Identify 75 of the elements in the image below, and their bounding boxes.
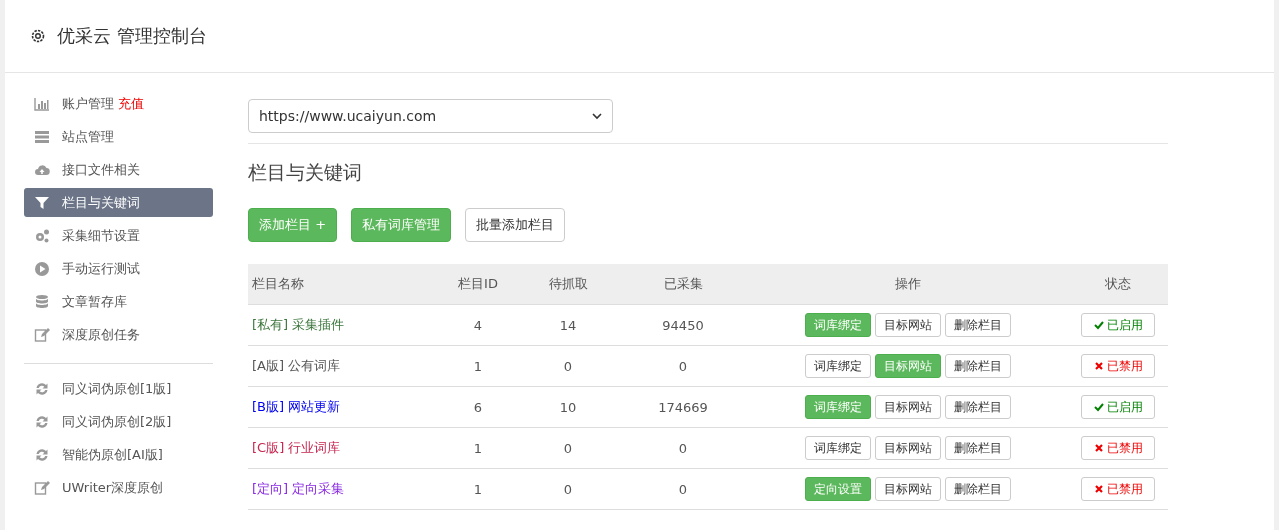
column-name-cell: [B版] 网站更新 (248, 386, 438, 428)
sidebar-item[interactable]: 文章暂存库 (24, 287, 213, 316)
action-button[interactable]: 删除栏目 (945, 395, 1011, 419)
caret-icon (592, 112, 602, 120)
database-icon (34, 293, 50, 310)
action-button[interactable]: 目标网站 (875, 477, 941, 501)
table-cell: 4 (438, 304, 518, 346)
cross-icon (1093, 484, 1104, 494)
edit-icon (34, 479, 50, 496)
table-cell: 0 (518, 468, 618, 510)
table-cell: 1 (438, 345, 518, 387)
sidebar-item[interactable]: 账户管理 充值 (24, 89, 213, 118)
action-button[interactable]: 目标网站 (875, 436, 941, 460)
sidebar-item[interactable]: 采集细节设置 (24, 221, 213, 250)
status-button[interactable]: 已禁用 (1081, 477, 1155, 501)
server-icon (34, 128, 50, 145)
status-button[interactable]: 已启用 (1081, 395, 1155, 419)
check-icon (1093, 402, 1104, 412)
section-title: 栏目与关键词 (248, 160, 363, 185)
bar-chart-icon (34, 95, 50, 112)
refresh-icon (34, 380, 50, 397)
edit-icon (34, 326, 50, 343)
table-cell: 0 (518, 427, 618, 469)
action-button[interactable]: 删除栏目 (945, 436, 1011, 460)
column-name-cell: [C版] 行业词库 (248, 427, 438, 469)
action-button[interactable]: 词库绑定 (805, 354, 871, 378)
column-name-cell: [私有] 采集插件 (248, 304, 438, 346)
action-button[interactable]: 删除栏目 (945, 477, 1011, 501)
sidebar-item[interactable]: 手动运行测试 (24, 254, 213, 283)
sidebar-item[interactable]: 接口文件相关 (24, 155, 213, 184)
toolbar-button[interactable]: 批量添加栏目 (465, 208, 566, 242)
sidebar-item[interactable]: 智能伪原创[AI版] (24, 440, 213, 469)
status-button[interactable]: 已禁用 (1081, 354, 1155, 378)
column-header: 状态 (1068, 264, 1168, 305)
table-cell: 174669 (618, 386, 748, 428)
column-header: 待抓取 (518, 264, 618, 305)
refresh-icon (34, 446, 50, 463)
refresh-icon (34, 413, 50, 430)
table-cell: 1 (438, 468, 518, 510)
cross-icon (1093, 361, 1104, 371)
action-button[interactable]: 词库绑定 (805, 436, 871, 460)
sidebar-item[interactable]: UWriter深度原创 (24, 473, 213, 502)
table-cell: 1 (438, 427, 518, 469)
cross-icon (1093, 443, 1104, 453)
table-cell: 94450 (618, 304, 748, 346)
table-cell: 0 (618, 468, 748, 510)
sidebar-item[interactable]: 站点管理 (24, 122, 213, 151)
column-header: 栏目名称 (248, 264, 438, 305)
action-button[interactable]: 删除栏目 (945, 313, 1011, 337)
table-cell: 0 (518, 345, 618, 387)
action-button[interactable]: 删除栏目 (945, 354, 1011, 378)
sidebar-item[interactable]: 同义词伪原创[1版] (24, 374, 213, 403)
table-cell: 0 (618, 345, 748, 387)
table-cell: 14 (518, 304, 618, 346)
play-icon (34, 260, 50, 277)
table-cell: 6 (438, 386, 518, 428)
site-select[interactable]: https://www.ucaiyun.com (248, 99, 613, 133)
sidebar-item[interactable]: 深度原创任务 (24, 320, 213, 349)
sidebar-item[interactable]: 同义词伪原创[2版] (24, 407, 213, 436)
action-button[interactable]: 目标网站 (875, 313, 941, 337)
column-header: 操作 (748, 264, 1068, 305)
sidebar-item[interactable]: 栏目与关键词 (24, 188, 213, 217)
action-button[interactable]: 目标网站 (875, 395, 941, 419)
table-cell: 10 (518, 386, 618, 428)
status-button[interactable]: 已禁用 (1081, 436, 1155, 460)
column-header: 已采集 (618, 264, 748, 305)
console-title: 优采云 管理控制台 (57, 24, 207, 48)
table-cell: 0 (618, 427, 748, 469)
status-button[interactable]: 已启用 (1081, 313, 1155, 337)
settings-icon (29, 27, 47, 45)
column-name-cell: [定向] 定向采集 (248, 468, 438, 510)
column-header: 栏目ID (438, 264, 518, 305)
check-icon (1093, 320, 1104, 330)
column-name-cell: [A版] 公有词库 (248, 345, 438, 387)
filter-icon (34, 194, 50, 211)
